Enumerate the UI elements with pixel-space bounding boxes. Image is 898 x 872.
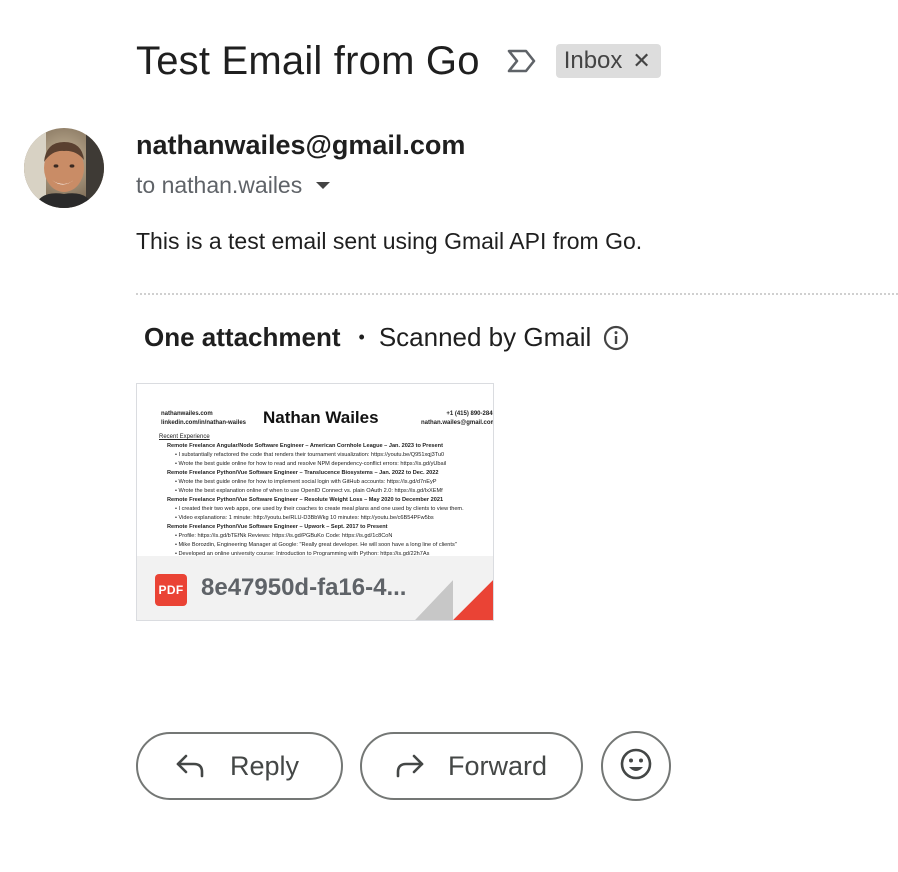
preview-name: Nathan Wailes [263, 408, 379, 427]
attachment-card[interactable]: nathanwailes.com linkedin.com/in/nathan-… [136, 383, 494, 621]
reply-label: Reply [230, 750, 300, 781]
preview-line: • Wrote the best guide online for how to… [175, 479, 437, 485]
preview-line: • Profile: https://is.gd/bTEfNk Reviews:… [175, 533, 393, 539]
preview-contact-right: +1 (415) 890-2845 nathan.wailes@gmail.co… [421, 410, 494, 428]
preview-text: linkedin.com/in/nathan-wailes [161, 420, 247, 426]
attachment-divider [136, 293, 898, 295]
pdf-icon: PDF [155, 574, 187, 606]
forward-icon [392, 752, 426, 780]
separator-dot: • [358, 327, 365, 347]
close-icon[interactable]: ✕ [632, 48, 650, 74]
attachments-header: One attachment • Scanned by Gmail [144, 322, 629, 353]
sender-avatar[interactable] [24, 128, 104, 208]
preview-line: • I substantially refactored the code th… [175, 452, 445, 458]
attachment-count: One attachment [144, 322, 341, 352]
inbox-label-chip: Inbox ✕ [555, 44, 661, 78]
subject-row: Test Email from Go Inbox ✕ [136, 36, 661, 86]
preview-text: nathanwailes.com [161, 411, 213, 417]
preview-line: • I created their two web apps, one used… [175, 506, 464, 512]
important-marker-icon[interactable] [506, 47, 540, 75]
preview-contact-left: nathanwailes.com linkedin.com/in/nathan-… [161, 410, 246, 428]
scanned-label: Scanned by Gmail [378, 322, 592, 352]
label-chip-text: Inbox [563, 47, 623, 74]
preview-lines: Remote Freelance Angular/Node Software E… [167, 442, 477, 559]
preview-line: • Mike Borozdin, Engineering Manager at … [175, 542, 457, 548]
preview-line: • Wrote the best guide online for how to… [175, 461, 447, 467]
email-subject: Test Email from Go [136, 38, 480, 83]
emoji-icon [619, 747, 653, 786]
preview-line: Remote Freelance Python/Vue Software Eng… [167, 470, 439, 476]
sender-email: nathanwailes@gmail.com [136, 130, 466, 160]
preview-section-heading: Recent Experience [159, 434, 210, 440]
forward-button[interactable]: Forward [360, 732, 583, 800]
email-body: This is a test email sent using Gmail AP… [136, 228, 643, 254]
preview-line: Remote Freelance Python/Vue Software Eng… [167, 497, 444, 503]
chevron-down-icon[interactable] [316, 182, 331, 189]
info-icon[interactable] [603, 325, 629, 351]
preview-text: nathan.wailes@gmail.com [421, 420, 494, 426]
forward-label: Forward [448, 750, 548, 781]
preview-line: • Wrote the best explanation online of w… [175, 488, 443, 494]
preview-line: • Video explanations: 1 minute: http://y… [175, 515, 434, 521]
preview-line: Remote Freelance Angular/Node Software E… [167, 443, 443, 449]
recipient-text: to nathan.wailes [136, 172, 303, 198]
recipient-details-toggle[interactable]: to nathan.wailes [136, 172, 331, 199]
message-actions: Reply Forward [136, 731, 671, 801]
reply-icon [174, 752, 208, 780]
preview-text: +1 (415) 890-2845 [446, 411, 494, 417]
emoji-reaction-button[interactable] [601, 731, 671, 801]
attachment-preview: nathanwailes.com linkedin.com/in/nathan-… [137, 384, 494, 559]
attachment-file-name: 8e47950d-fa16-4... [201, 574, 407, 601]
reply-button[interactable]: Reply [136, 732, 343, 800]
preview-line: Remote Freelance Python/Vue Software Eng… [167, 524, 388, 530]
corner-fold-icon [415, 580, 493, 620]
